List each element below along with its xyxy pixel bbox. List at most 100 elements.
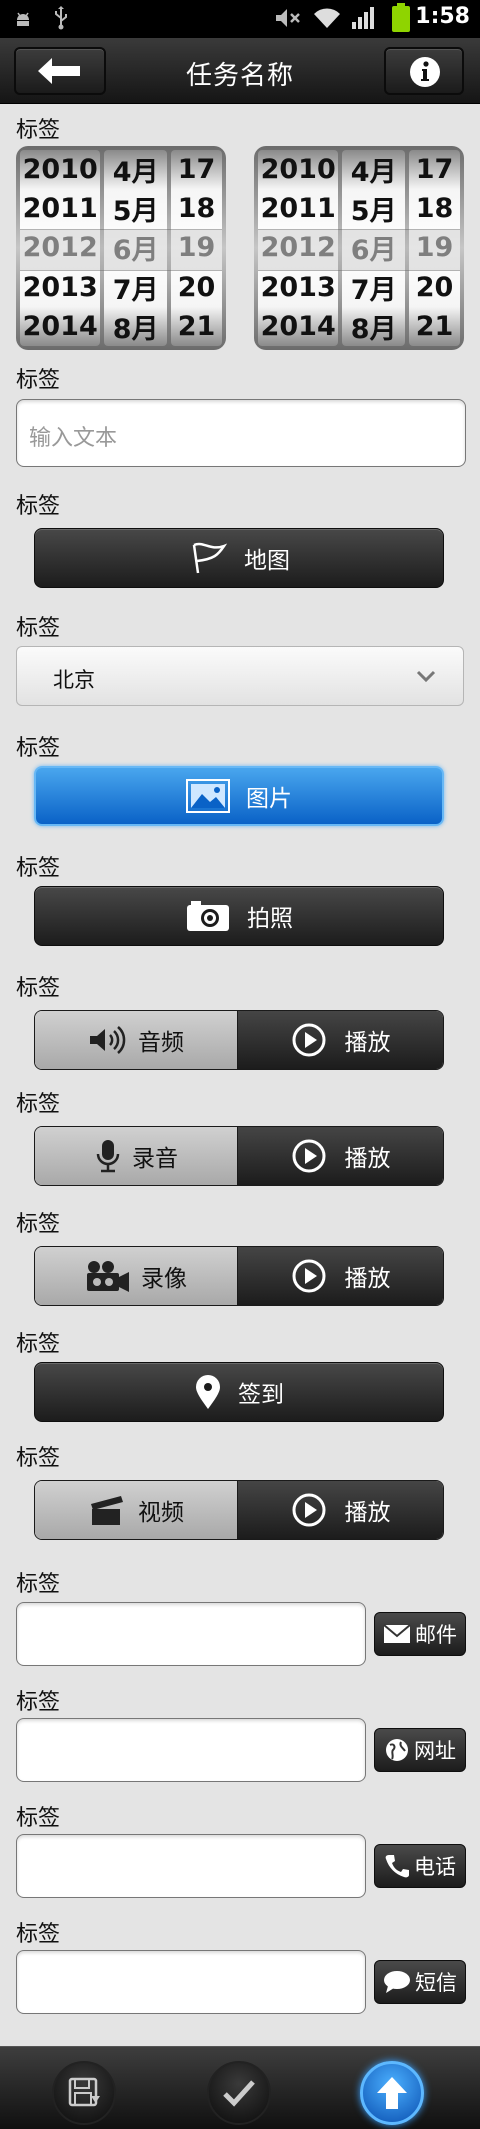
- confirm-button[interactable]: [207, 2061, 271, 2125]
- info-button[interactable]: [384, 47, 464, 95]
- phone-button-label: 电话: [414, 1855, 456, 1879]
- field-label: 标签: [16, 1690, 61, 1715]
- play-label: 播放: [344, 1146, 391, 1172]
- play-icon: [291, 1138, 327, 1174]
- record-video-play-button[interactable]: 播放: [238, 1247, 443, 1305]
- check-in-label: 签到: [238, 1382, 284, 1408]
- map-button[interactable]: 地图: [34, 528, 444, 588]
- take-photo-label: 拍照: [247, 906, 293, 932]
- record-play-button[interactable]: 播放: [238, 1127, 443, 1185]
- video-play-button[interactable]: 播放: [238, 1481, 443, 1539]
- city-select-value: 北京: [53, 668, 95, 692]
- video-button-label: 视频: [138, 1500, 184, 1526]
- video-camera-icon: [85, 1259, 131, 1293]
- play-label: 播放: [344, 1266, 391, 1292]
- globe-icon: [384, 1737, 410, 1763]
- video-button[interactable]: 视频: [35, 1481, 238, 1539]
- text-input[interactable]: 输入文本: [16, 399, 466, 467]
- field-label: 标签: [16, 616, 61, 641]
- sms-button-label: 短信: [415, 1971, 457, 1995]
- record-audio-control: 录音 播放: [34, 1126, 444, 1186]
- record-video-control: 录像 播放: [34, 1246, 444, 1306]
- audio-play-button[interactable]: 播放: [238, 1011, 443, 1069]
- record-video-button[interactable]: 录像: [35, 1247, 238, 1305]
- phone-button[interactable]: 电话: [374, 1844, 466, 1888]
- field-label: 标签: [16, 368, 61, 393]
- sms-field[interactable]: [16, 1950, 366, 2014]
- clapperboard-icon: [88, 1493, 128, 1527]
- signal-icon: [350, 6, 378, 30]
- wifi-icon: [312, 6, 342, 30]
- image-button-label: 图片: [246, 786, 292, 812]
- check-icon: [221, 2077, 257, 2109]
- video-control: 视频 播放: [34, 1480, 444, 1540]
- city-select[interactable]: 北京: [16, 646, 464, 706]
- date-picker-end[interactable]: 2010 2011 2012 2013 2014 4月 5月 6月 7月 8月 …: [254, 146, 464, 350]
- play-label: 播放: [344, 1030, 391, 1056]
- email-button[interactable]: 邮件: [374, 1612, 466, 1656]
- field-label: 标签: [16, 1446, 61, 1471]
- chat-bubble-icon: [383, 1970, 411, 1994]
- field-label: 标签: [16, 856, 61, 881]
- save-icon: [67, 2076, 101, 2110]
- field-label: 标签: [16, 1922, 61, 1947]
- mute-icon: [274, 6, 302, 30]
- clock: 1:58: [415, 4, 470, 29]
- text-input-placeholder: 输入文本: [29, 426, 118, 451]
- play-label: 播放: [344, 1500, 391, 1526]
- url-field[interactable]: [16, 1718, 366, 1782]
- field-label: 标签: [16, 118, 61, 143]
- usb-icon: [52, 6, 70, 30]
- field-label: 标签: [16, 494, 61, 519]
- field-label: 标签: [16, 1806, 61, 1831]
- save-button[interactable]: [52, 2061, 116, 2125]
- record-audio-button[interactable]: 录音: [35, 1127, 238, 1185]
- field-label: 标签: [16, 1572, 61, 1597]
- upload-button[interactable]: [360, 2061, 424, 2125]
- email-field[interactable]: [16, 1602, 366, 1666]
- chevron-down-icon: [415, 667, 437, 685]
- record-audio-label: 录音: [132, 1146, 178, 1172]
- bottom-toolbar: [0, 2046, 480, 2129]
- take-photo-button[interactable]: 拍照: [34, 886, 444, 946]
- year-wheel[interactable]: 2010 2011 2012 2013 2014: [20, 150, 101, 346]
- field-label: 标签: [16, 1212, 61, 1237]
- date-picker-start[interactable]: 2010 2011 2012 2013 2014 4月 5月 6月 7月 8月 …: [16, 146, 226, 350]
- year-wheel[interactable]: 2010 2011 2012 2013 2014: [258, 150, 339, 346]
- url-button-label: 网址: [414, 1739, 456, 1763]
- audio-control: 音频 播放: [34, 1010, 444, 1070]
- battery-icon: [390, 3, 412, 33]
- picture-icon: [186, 779, 230, 813]
- month-wheel[interactable]: 4月 5月 6月 7月 8月: [342, 150, 406, 346]
- upload-icon: [375, 2075, 409, 2111]
- day-wheel[interactable]: 17 18 19 20 21: [171, 150, 222, 346]
- play-icon: [291, 1492, 327, 1528]
- audio-button[interactable]: 音频: [35, 1011, 238, 1069]
- envelope-icon: [383, 1624, 411, 1644]
- day-wheel[interactable]: 17 18 19 20 21: [409, 150, 460, 346]
- map-button-label: 地图: [244, 548, 290, 574]
- record-video-label: 录像: [141, 1266, 187, 1292]
- play-icon: [291, 1022, 327, 1058]
- speaker-icon: [88, 1026, 128, 1054]
- info-icon: [408, 55, 442, 89]
- field-label: 标签: [16, 976, 61, 1001]
- phone-icon: [384, 1853, 410, 1879]
- navigation-bar: 任务名称: [0, 38, 480, 104]
- sms-button[interactable]: 短信: [374, 1960, 466, 2004]
- location-pin-icon: [194, 1374, 222, 1410]
- email-button-label: 邮件: [415, 1623, 457, 1647]
- camera-icon: [185, 899, 231, 933]
- play-icon: [291, 1258, 327, 1294]
- url-button[interactable]: 网址: [374, 1728, 466, 1772]
- phone-field[interactable]: [16, 1834, 366, 1898]
- microphone-icon: [94, 1139, 122, 1173]
- month-wheel[interactable]: 4月 5月 6月 7月 8月: [104, 150, 168, 346]
- field-label: 标签: [16, 736, 61, 761]
- android-debug-icon: [12, 6, 34, 28]
- check-in-button[interactable]: 签到: [34, 1362, 444, 1422]
- image-button[interactable]: 图片: [34, 766, 444, 826]
- field-label: 标签: [16, 1092, 61, 1117]
- flag-icon: [188, 541, 228, 575]
- audio-button-label: 音频: [138, 1030, 184, 1056]
